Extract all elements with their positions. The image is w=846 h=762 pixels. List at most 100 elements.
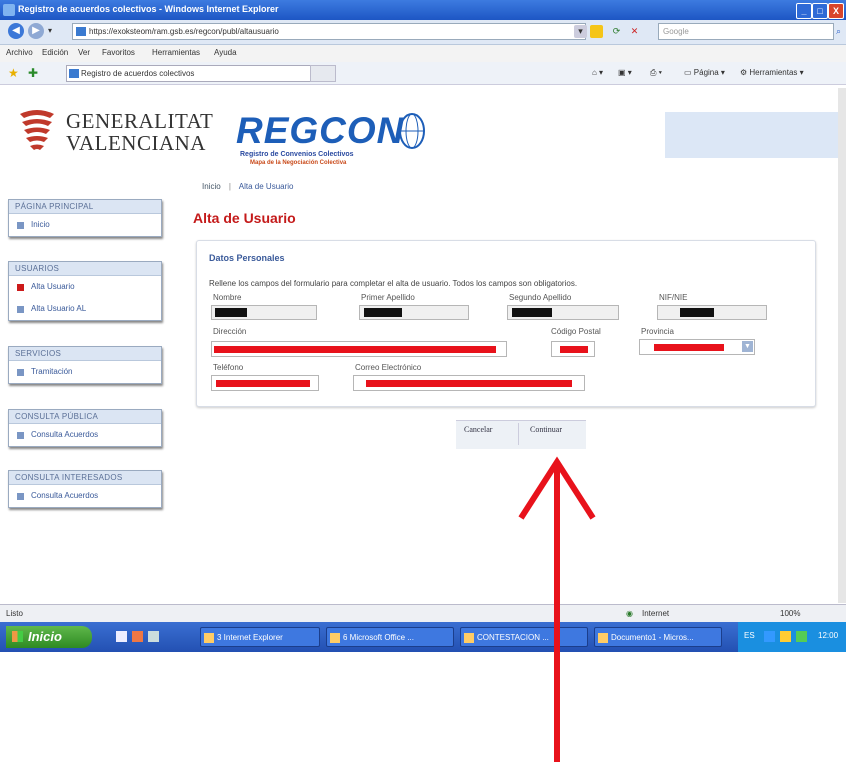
address-url-text: https://exoksteom/ram.gsb.es/regcon/publ…	[89, 27, 279, 36]
minimize-button[interactable]: _	[796, 3, 812, 19]
maximize-button[interactable]: □	[812, 3, 828, 19]
tab-label: Registro de acuerdos colectivos	[81, 69, 195, 78]
redaction	[512, 308, 552, 317]
panel-title: Datos Personales	[209, 253, 285, 263]
tray-app-icon[interactable]	[796, 631, 807, 642]
browser-tab[interactable]: Registro de acuerdos colectivos	[66, 65, 322, 82]
tab-bar: ★ ✚ Registro de acuerdos colectivos ⌂ ▾ …	[0, 62, 846, 85]
forward-button[interactable]: ▶	[28, 23, 44, 39]
menu-favoritos[interactable]: Favoritos	[102, 48, 135, 57]
quicklaunch-ie-icon[interactable]	[116, 631, 127, 642]
search-icon[interactable]: ⌕	[832, 25, 845, 38]
status-bar: Listo ◉ Internet 100%	[0, 604, 846, 623]
taskbar: Inicio 3 Internet Explorer 6 Microsoft O…	[0, 622, 846, 652]
ie-icon	[3, 4, 15, 16]
address-dropdown-icon[interactable]: ▾	[574, 25, 587, 38]
home-icon[interactable]: ⌂ ▾	[592, 68, 603, 77]
quicklaunch-desktop-icon[interactable]	[148, 631, 159, 642]
task-folder[interactable]: CONTESTACION ...	[460, 627, 588, 647]
lock-icon[interactable]	[590, 25, 603, 38]
nombre-field[interactable]	[211, 305, 317, 320]
bullet-icon	[17, 369, 24, 376]
breadcrumb-home-link[interactable]: Inicio	[202, 182, 221, 191]
correo-field[interactable]	[353, 375, 585, 391]
direccion-field[interactable]	[211, 341, 507, 357]
task-label: CONTESTACION ...	[477, 633, 549, 642]
clock: 12:00	[818, 631, 839, 640]
continue-button[interactable]: Continuar	[530, 425, 562, 434]
sidebar-item-tramitacion[interactable]: Tramitación	[9, 361, 161, 383]
chevron-down-icon[interactable]: ▼	[742, 341, 753, 352]
menu-edicion[interactable]: Edición	[42, 48, 68, 57]
tools-menu-label: Herramientas	[749, 68, 798, 77]
page-icon: ▭	[684, 68, 694, 77]
favorites-star-icon[interactable]: ★	[8, 66, 19, 80]
task-internet-explorer[interactable]: 3 Internet Explorer	[200, 627, 320, 647]
label-telefono: Teléfono	[213, 363, 244, 372]
sidebar-item-label: Consulta Acuerdos	[31, 430, 99, 439]
arrow-head	[518, 456, 596, 520]
language-indicator[interactable]: ES	[744, 631, 755, 640]
primer-apellido-field[interactable]	[359, 305, 469, 320]
tray-alert-icon[interactable]	[780, 631, 791, 642]
quicklaunch-office-icon[interactable]	[132, 631, 143, 642]
cancel-button[interactable]: Cancelar	[464, 425, 492, 434]
window-title: Registro de acuerdos colectivos - Window…	[18, 4, 279, 14]
feeds-icon[interactable]: ▣ ▾	[618, 68, 632, 77]
label-nombre: Nombre	[213, 293, 242, 302]
menu-archivo[interactable]: Archivo	[6, 48, 33, 57]
refresh-icon[interactable]: ⟳	[610, 25, 623, 38]
sidebar-item-label: Inicio	[31, 220, 50, 229]
address-input[interactable]: https://exoksteom/ram.gsb.es/regcon/publ…	[72, 23, 586, 40]
stop-icon[interactable]: ✕	[628, 25, 641, 38]
generalitat-wordmark: GENERALITAT VALENCIANA	[66, 110, 213, 154]
print-icon[interactable]: ⎙ ▾	[650, 68, 662, 78]
generalitat-logo-icon	[20, 110, 54, 150]
redaction	[214, 346, 496, 353]
task-word-document[interactable]: Documento1 - Micros...	[594, 627, 722, 647]
breadcrumb: Inicio | Alta de Usuario	[202, 182, 293, 191]
menu-ver[interactable]: Ver	[78, 48, 90, 57]
start-button[interactable]: Inicio	[6, 626, 92, 648]
nif-field[interactable]	[657, 305, 767, 320]
sidebar-section-title: CONSULTA INTERESADOS	[9, 471, 161, 485]
new-tab-button[interactable]	[310, 65, 336, 82]
vertical-scrollbar[interactable]	[838, 88, 846, 603]
sidebar-section-consulta-interesados: CONSULTA INTERESADOS Consulta Acuerdos	[8, 470, 162, 508]
label-direccion: Dirección	[213, 327, 247, 336]
menu-ayuda[interactable]: Ayuda	[214, 48, 237, 57]
folder-task-icon	[464, 633, 474, 643]
history-dropdown-icon[interactable]: ▾	[48, 26, 52, 35]
sidebar-item-alta-usuario[interactable]: Alta Usuario	[9, 276, 161, 298]
sidebar-item-consulta-acuerdos-interesados[interactable]: Consulta Acuerdos	[9, 485, 161, 507]
provincia-select[interactable]: ▼	[639, 339, 755, 355]
back-button[interactable]: ◀	[8, 23, 24, 39]
redaction	[215, 308, 247, 317]
tray-network-icon[interactable]	[764, 631, 775, 642]
page-menu[interactable]: ▭ Página ▾	[684, 68, 725, 77]
sidebar-item-inicio[interactable]: Inicio	[9, 214, 161, 236]
label-correo: Correo Electrónico	[355, 363, 422, 372]
codigo-postal-field[interactable]	[551, 341, 595, 357]
sidebar-section-servicios: SERVICIOS Tramitación	[8, 346, 162, 384]
add-favorite-icon[interactable]: ✚	[28, 66, 38, 80]
close-button[interactable]: X	[828, 3, 844, 19]
zoom-control[interactable]: 100%	[780, 609, 800, 618]
segundo-apellido-field[interactable]	[507, 305, 619, 320]
bullet-icon	[17, 493, 24, 500]
sidebar-section-title: CONSULTA PÚBLICA	[9, 410, 161, 424]
tools-menu[interactable]: ⚙ Herramientas ▾	[740, 68, 804, 77]
task-office[interactable]: 6 Microsoft Office ...	[326, 627, 454, 647]
redaction	[364, 308, 402, 317]
sidebar-item-consulta-acuerdos[interactable]: Consulta Acuerdos	[9, 424, 161, 446]
sidebar-item-alta-usuario-al[interactable]: Alta Usuario AL	[9, 298, 161, 320]
menu-herramientas[interactable]: Herramientas	[152, 48, 200, 57]
globe-zone-icon: ◉	[626, 609, 633, 618]
redaction	[560, 346, 588, 353]
search-input[interactable]: Google	[658, 23, 834, 40]
task-label: Documento1 - Micros...	[611, 633, 694, 642]
regcon-subtitle-2: Mapa de la Negociación Colectiva	[250, 160, 347, 166]
sidebar-section-title: PÁGINA PRINCIPAL	[9, 200, 161, 214]
status-text: Listo	[6, 609, 23, 618]
telefono-field[interactable]	[211, 375, 319, 391]
